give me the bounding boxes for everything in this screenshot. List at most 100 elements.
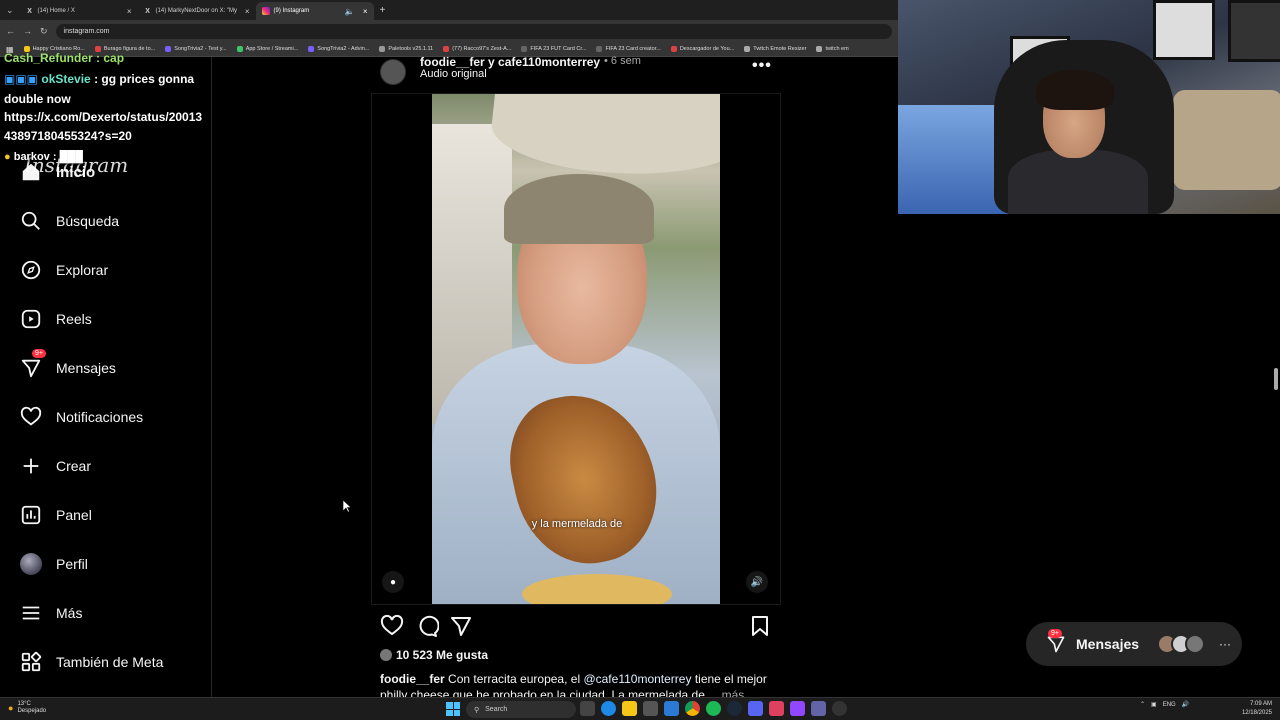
chart-icon [21,505,41,525]
reload-icon[interactable]: ↻ [40,26,48,37]
sidebar-item-crear[interactable]: Crear [20,455,91,477]
menu-icon [22,606,40,620]
like-heart-icon[interactable] [380,614,404,638]
system-tray: ⌃ ▣ ENG 🔊 [1140,701,1189,709]
sidebar-item-reels[interactable]: Reels [20,308,92,330]
sidebar-item-perfil[interactable]: Perfil [20,553,88,575]
reels-icon [21,309,41,329]
sidebar-item-busqueda[interactable]: Búsqueda [20,210,119,232]
forward-icon[interactable]: → [23,26,32,36]
taskbar-search[interactable]: ⚲ Search [466,701,576,718]
tab-list-icon[interactable]: ⌄ [6,5,14,16]
spotify-icon[interactable] [706,701,721,716]
close-icon[interactable]: × [363,7,368,16]
more-options-icon[interactable]: ••• [752,57,772,75]
notification-badge: 9+ [32,349,46,358]
media-icon[interactable] [769,701,784,716]
browser-tab-bar: ⌄ X (14) Home / X × X (14) MarkyNextDoor… [0,0,898,20]
sidebar-item-meta[interactable]: También de Meta [20,651,163,673]
folder-icon[interactable] [622,701,637,716]
scrollbar-thumb[interactable] [1274,368,1278,390]
sidebar-item-explorar[interactable]: Explorar [20,259,108,281]
mail-icon[interactable] [664,701,679,716]
bookmark-item[interactable]: (77) Racco97's Zest-A... [443,46,511,52]
badge-icon: ▣▣▣ [4,72,39,86]
new-tab-button[interactable]: + [380,5,386,16]
tab-x-marky[interactable]: X (14) MarkyNextDoor on X: "My × [138,2,256,20]
bookmark-item[interactable]: Twitch Emote Resizer [744,46,806,52]
messenger-icon [21,359,41,378]
plus-icon [23,458,39,474]
post-username[interactable]: foodie__fer y cafe110monterrey [420,55,600,69]
bookmark-item[interactable]: Descargador de You... [670,46,734,52]
mention-link[interactable]: @cafe110monterrey [583,672,691,686]
chat-message-cont: double now [4,92,71,106]
address-bar: ← → ↻ instagram.com [0,20,898,42]
url-field[interactable]: instagram.com [55,23,892,39]
webcam-sofa [1173,90,1280,190]
bookmark-item[interactable]: SongTrivia2 - Advin... [308,46,369,52]
chrome-icon[interactable] [685,701,700,716]
avatar [1185,634,1206,654]
sidebar-item-mas[interactable]: Más [20,602,82,624]
desc-username[interactable]: foodie__fer [380,672,445,686]
heart-icon [20,406,42,426]
network-icon[interactable]: ▣ [1151,701,1157,708]
post-video[interactable]: y la mermelada de ● 🔊 [371,93,781,605]
volume-icon[interactable]: 🔊 [1182,701,1189,708]
webcam-person-body [1008,150,1148,214]
chevron-up-icon[interactable]: ⌃ [1140,701,1145,708]
avatar [380,649,392,661]
bookmark-icon[interactable] [748,614,772,638]
video-umbrella [488,94,720,188]
bookmark-item[interactable]: App Store / Streami... [236,46,298,52]
back-icon[interactable]: ← [6,26,15,36]
close-icon[interactable]: × [127,7,132,16]
obs-icon[interactable] [832,701,847,716]
share-icon[interactable] [449,614,473,638]
bookmark-item[interactable]: FIFA 23 Card creator... [596,46,661,52]
bookmark-item[interactable]: FIFA 23 FUT Card Cr... [521,46,586,52]
sidebar-item-panel[interactable]: Panel [20,504,92,526]
audio-icon[interactable]: 🔈 [345,7,355,16]
x-logo-icon: X [27,7,32,15]
webcam-person-hair [1036,70,1114,110]
likes-count[interactable]: 10 523 Me gusta [380,648,488,662]
bookmark-item[interactable]: twitch em [816,46,849,52]
chat-link[interactable]: https://x.com/Dexerto/status/20013 [4,110,202,124]
instagram-icon [261,7,270,15]
message-avatars [1157,634,1206,654]
close-icon[interactable]: × [245,7,250,16]
avatar [20,553,42,575]
bookmark-item[interactable]: Paletools v25.1.11 [379,46,433,52]
tab-instagram[interactable]: (9) Instagram 🔈 × [255,2,374,20]
start-button[interactable] [446,702,460,716]
windows-taskbar: ● 13°C Despejado ⚲ Search ⌃ ▣ ENG 🔊 7:09… [0,697,1280,720]
edge-icon[interactable] [601,701,616,716]
twitch-icon[interactable] [790,701,805,716]
tagged-users-icon[interactable]: ● [382,571,404,593]
search-icon [21,211,40,230]
discord-icon[interactable] [748,701,763,716]
lang-indicator[interactable]: ENG [1163,702,1176,708]
task-view-icon[interactable] [580,701,595,716]
steam-icon[interactable] [727,701,742,716]
sidebar-item-notificaciones[interactable]: Notificaciones [20,406,143,428]
bookmark-item[interactable]: SongTrivia2 - Test y... [165,46,227,52]
sidebar-item-mensajes[interactable]: 9+ Mensajes [20,349,116,379]
chat-message: ● barkov : ███ [4,151,83,163]
meta-grid-icon [21,651,42,672]
teams-icon[interactable] [811,701,826,716]
search-icon: ⚲ [474,706,480,714]
store-icon[interactable] [643,701,658,716]
video-person-cap [504,174,654,244]
avatar[interactable] [380,59,406,85]
weather-widget[interactable]: ● 13°C Despejado [8,701,46,715]
tab-x-home[interactable]: X (14) Home / X × [20,2,138,20]
messages-label: Mensajes [1076,636,1140,652]
volume-icon[interactable]: 🔊 [746,571,768,593]
taskbar-clock[interactable]: 7:09 AM 12/18/2025 [1236,700,1272,718]
comment-icon[interactable] [415,614,439,638]
post-audio-link[interactable]: Audio original [420,68,487,80]
chat-link[interactable]: 43897180455324?s=20 [4,129,132,143]
